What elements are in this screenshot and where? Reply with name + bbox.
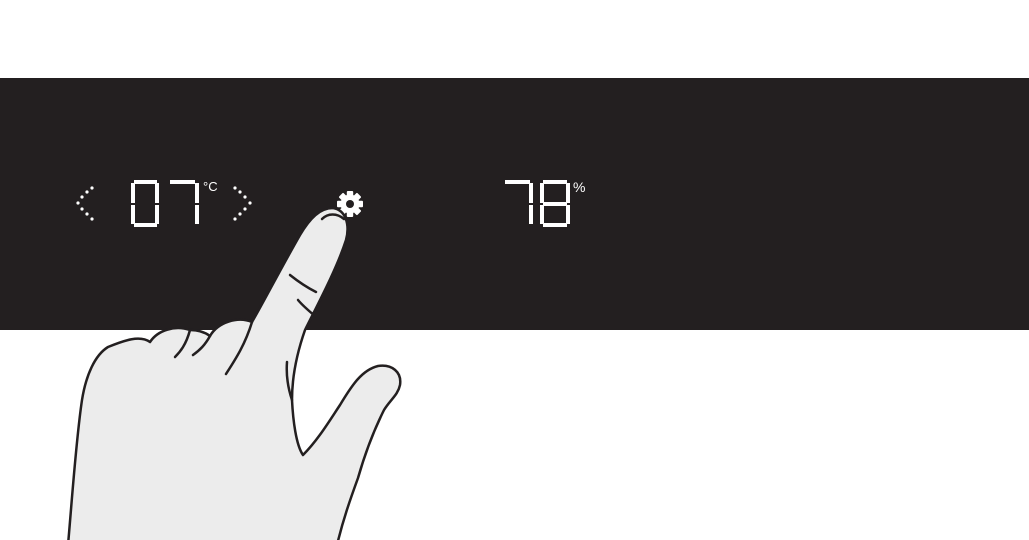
temperature-decrease-button[interactable] [70, 182, 100, 226]
control-panel-scene: °C % [0, 0, 1029, 540]
humidity-value [505, 180, 570, 227]
temperature-value [131, 180, 199, 227]
temperature-digit-7 [170, 180, 199, 224]
pointing-hand-illustration [67, 206, 402, 540]
humidity-unit: % [573, 179, 586, 195]
display-layer [67, 180, 570, 540]
temperature-digit-0 [131, 180, 159, 227]
humidity-digit-7 [505, 180, 533, 224]
temperature-unit: °C [203, 179, 218, 194]
humidity-digit-8 [540, 180, 570, 227]
temperature-increase-button[interactable] [228, 182, 258, 226]
